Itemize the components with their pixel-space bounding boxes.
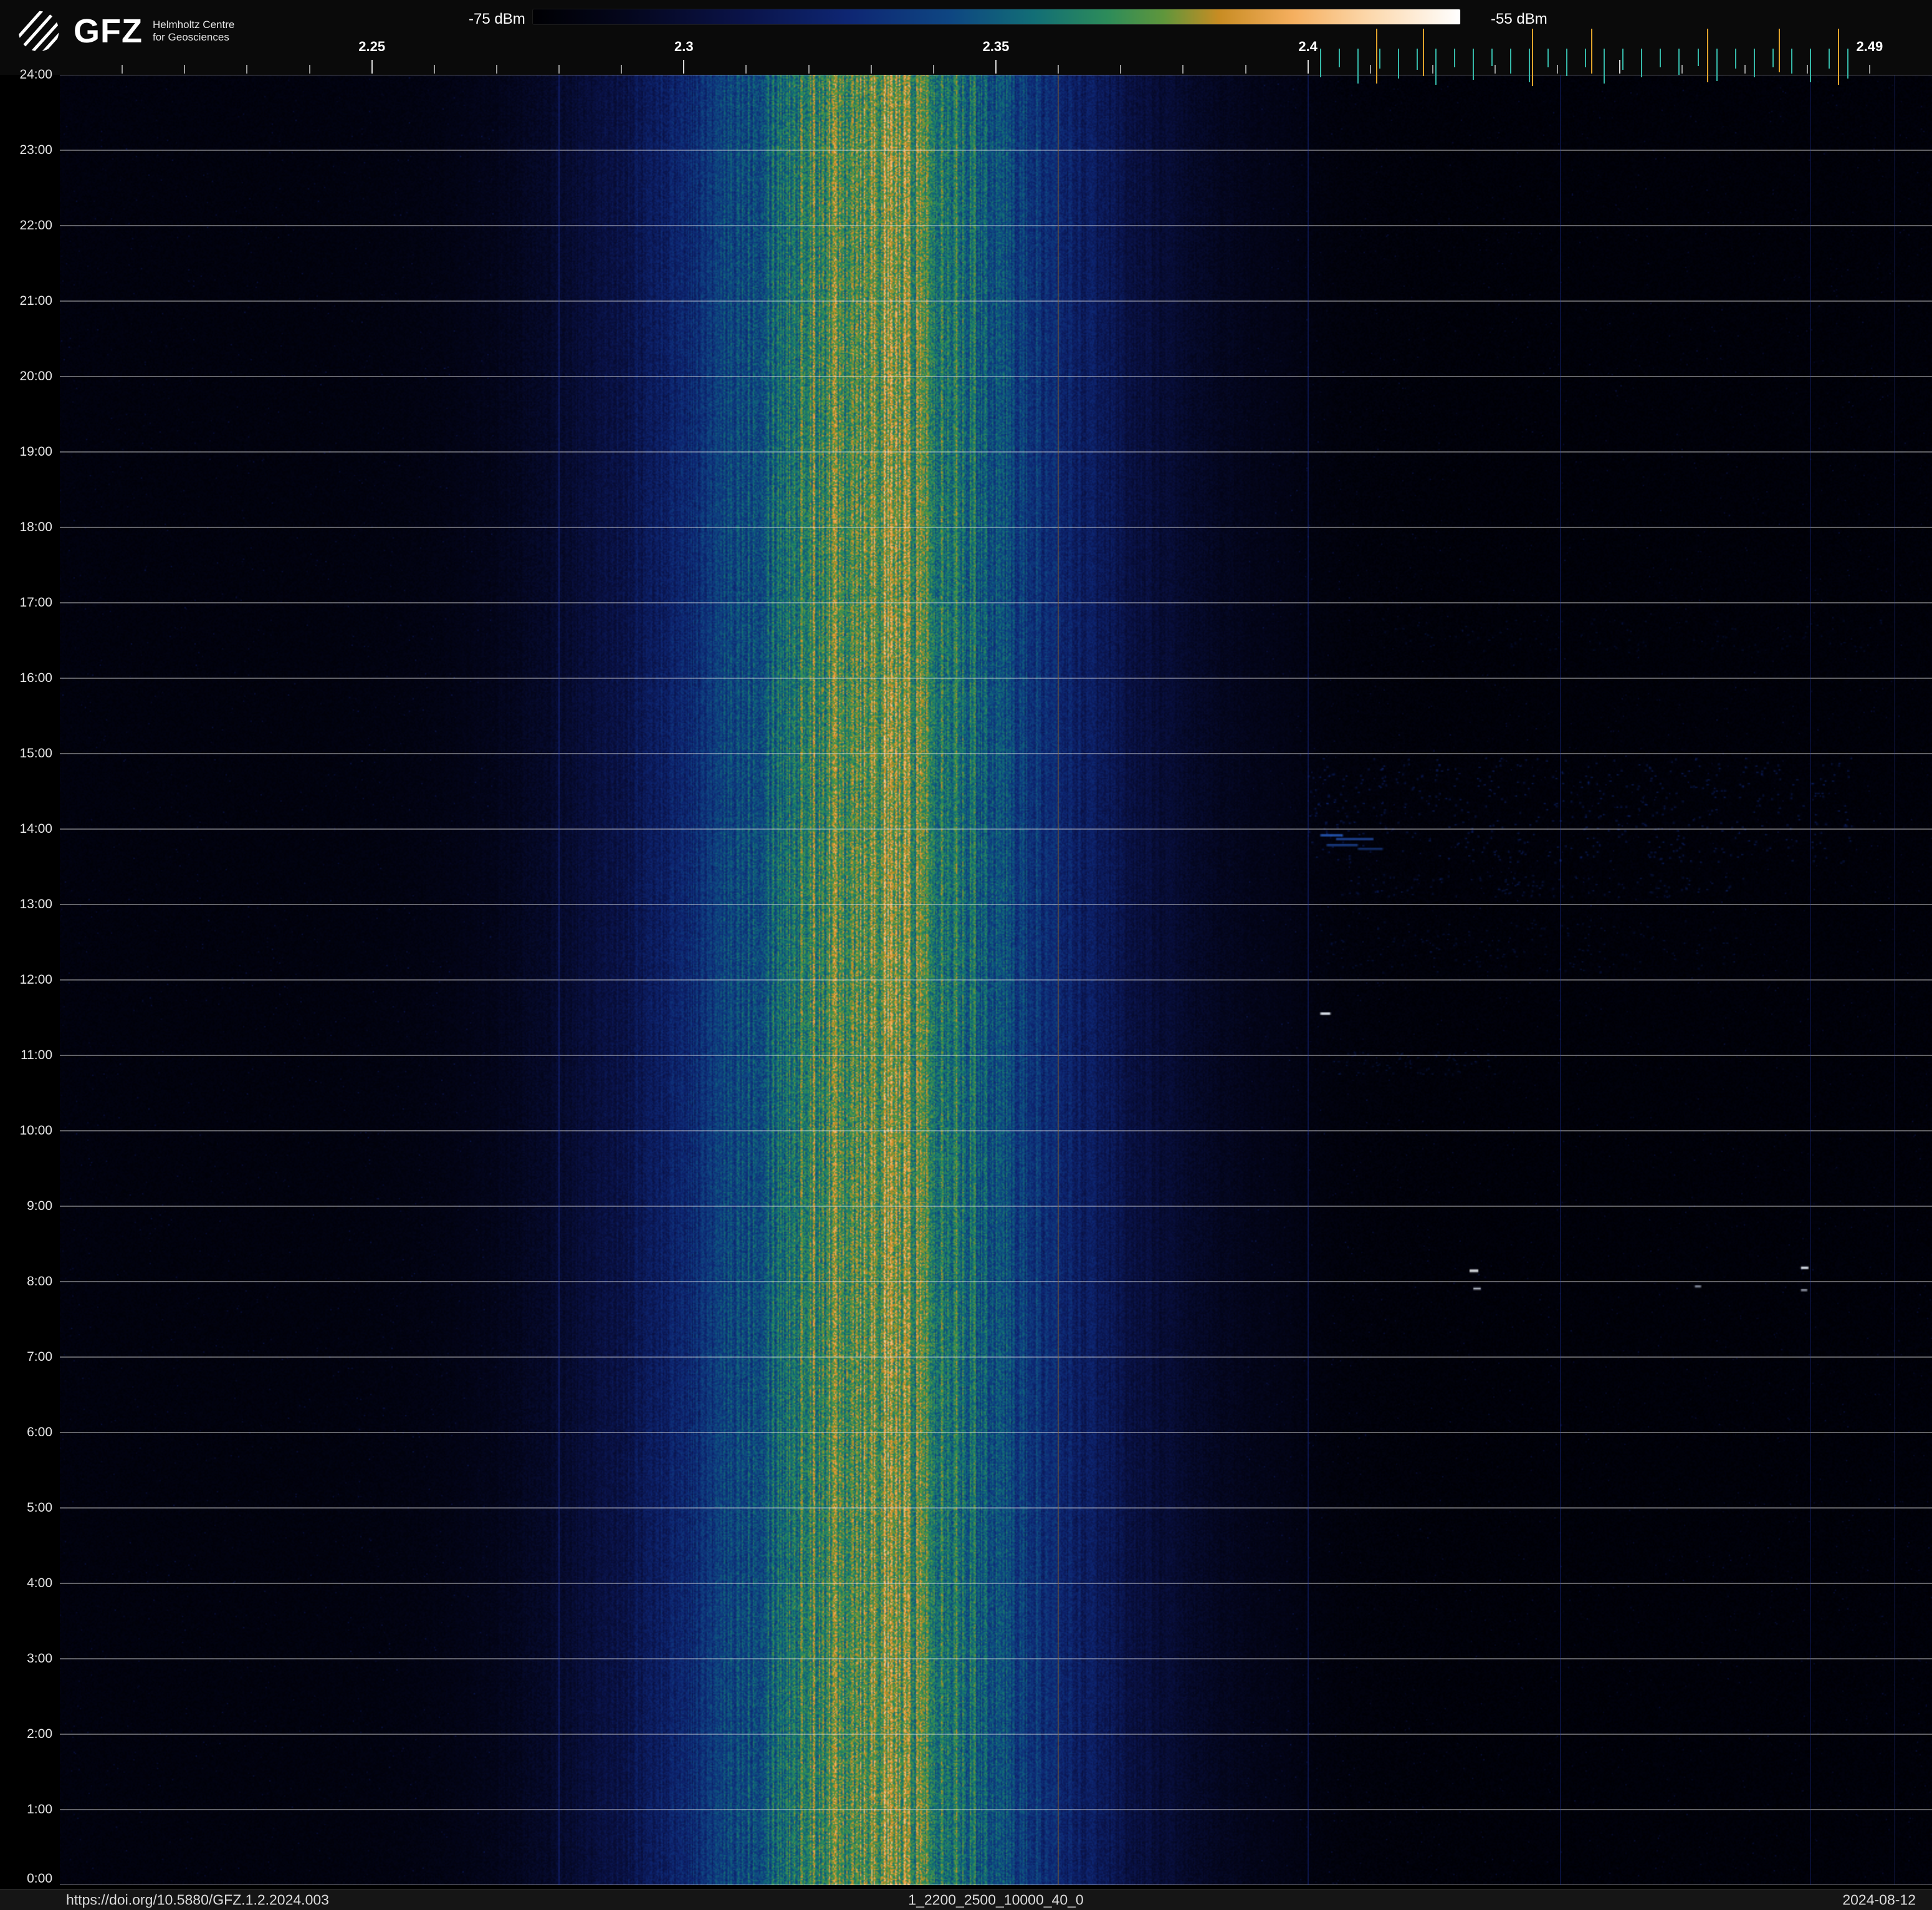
time-tick-label: 16:00: [19, 671, 52, 685]
brand-subtitle: Helmholtz Centre for Geosciences: [153, 19, 234, 44]
time-tick-label: 2:00: [27, 1727, 52, 1741]
spectrogram-canvas: [60, 75, 1932, 1885]
time-tick-label: 21:00: [19, 294, 52, 308]
time-tick-label: 22:00: [19, 218, 52, 233]
time-tick-label: 8:00: [27, 1274, 52, 1289]
time-tick-label: 12:00: [19, 972, 52, 987]
dataset-id: 1_2200_2500_10000_40_0: [908, 1891, 1084, 1908]
time-tick-label: 10:00: [19, 1123, 52, 1138]
time-tick-label: 24:00: [19, 67, 52, 82]
brand-subtitle-line2: for Geosciences: [152, 31, 229, 43]
time-tick-label: 0:00: [27, 1871, 52, 1886]
time-tick-label: 1:00: [27, 1802, 52, 1816]
brand-text: GFZ: [74, 12, 143, 50]
time-tick-label: 9:00: [27, 1199, 52, 1213]
date-label: 2024-08-12: [1842, 1891, 1916, 1908]
brand-subtitle-line1: Helmholtz Centre: [152, 18, 235, 31]
header: GFZ Helmholtz Centre for Geosciences -75…: [0, 0, 1932, 75]
time-tick-label: 6:00: [27, 1425, 52, 1439]
time-tick-label: 17:00: [19, 595, 52, 610]
time-tick-label: 19:00: [19, 444, 52, 459]
time-tick-label: 4:00: [27, 1576, 52, 1590]
time-tick-label: 7:00: [27, 1350, 52, 1364]
time-tick-label: 13:00: [19, 897, 52, 911]
time-tick-label: 23:00: [19, 143, 52, 157]
time-tick-label: 11:00: [21, 1048, 52, 1062]
time-tick-label: 18:00: [19, 520, 52, 534]
doi-link[interactable]: https://doi.org/10.5880/GFZ.1.2.2024.003: [66, 1891, 329, 1908]
time-tick-label: 3:00: [27, 1651, 52, 1666]
time-tick-label: 15:00: [19, 746, 52, 761]
time-tick-label: 5:00: [27, 1500, 52, 1515]
footer: https://doi.org/10.5880/GFZ.1.2.2024.003…: [0, 1889, 1932, 1910]
time-tick-label: 14:00: [19, 822, 52, 836]
time-tick-label: 20:00: [19, 369, 52, 383]
colorbar-min-label: -75 dBm: [469, 11, 525, 27]
colorbar-max-label: -55 dBm: [1491, 11, 1547, 27]
time-axis: 24:00 23:00 22:00 21:00 20:00 19:00 18:00 17:00…: [0, 0, 57, 1910]
colorbar: [532, 9, 1461, 25]
